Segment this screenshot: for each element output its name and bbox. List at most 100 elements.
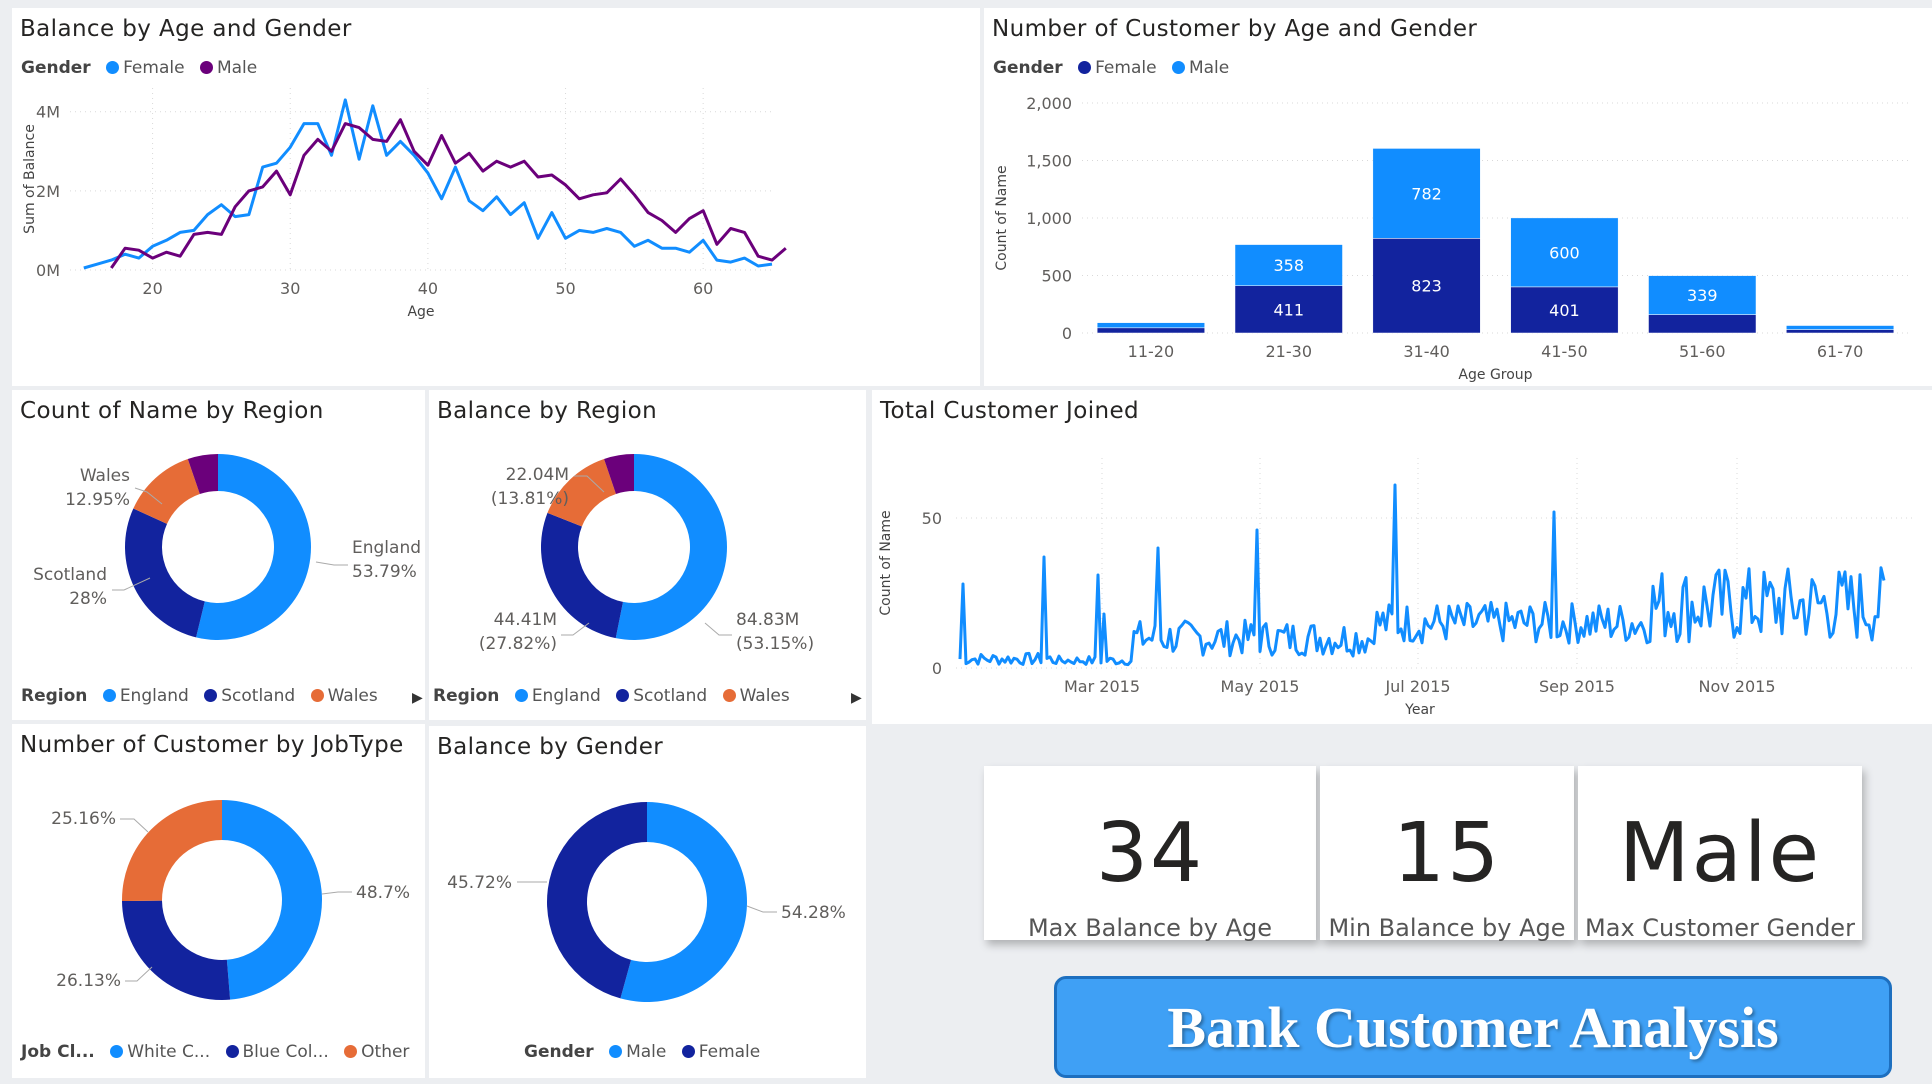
kpi-label: Max Balance by Age [1027,914,1273,942]
x-tick-label: 20 [142,279,162,298]
customer-jobtype-card: Number of Customer by JobType 48.7% 26.1… [12,724,425,1078]
legend-item-wales[interactable]: Wales [722,686,790,706]
chart-title: Number of Customer by JobType [20,732,404,758]
legend-item-blue-collar[interactable]: Blue Col... [225,1042,329,1062]
x-axis-title: Age [407,304,434,320]
x-tick-label: Mar 2015 [1064,677,1140,696]
bar-female [1648,314,1757,334]
balance-region-card: Balance by Region 84.83M (53.15%) 44.41M… [429,390,866,720]
donut-label: 45.72% [447,873,512,893]
dashboard-title: Bank Customer Analysis [1167,994,1779,1060]
kpi-label: Max Customer Gender [1585,914,1855,942]
donut-label: Wales [80,466,130,486]
x-tick-label: Nov 2015 [1698,677,1775,696]
jobtype-donut[interactable]: 48.7% 26.13% 25.16% [12,764,425,1074]
donut-label: 28% [69,589,107,609]
balance-gender-card: Balance by Gender 54.28% 45.72% Gender M… [429,726,866,1078]
legend-label: Gender [524,1042,594,1062]
chart-legend: Region England Scotland Wales [21,686,388,706]
donut-label: Scotland [33,565,107,585]
kpi-max-balance-age: 34 Max Balance by Age [984,766,1316,942]
data-label: 782 [1411,184,1442,203]
x-tick-label: 11-20 [1128,342,1175,361]
kpi-max-customer-gender: Male Max Customer Gender [1578,766,1862,942]
x-tick-label: 31-40 [1403,342,1450,361]
legend-item-england[interactable]: England [514,686,601,706]
chart-legend: Job Cl... White C... Blue Col... Other [21,1042,419,1062]
y-tick-label: 2,000 [1026,94,1072,113]
x-axis-title: Year [1404,702,1435,718]
legend-item-white-collar[interactable]: White C... [110,1042,210,1062]
donut-label: (53.15%) [736,634,814,654]
legend-item-female[interactable]: Female [681,1042,760,1062]
donut-label: 54.28% [781,903,846,923]
donut-slice-bluecol[interactable] [122,900,231,1000]
x-tick-label: 60 [693,279,713,298]
count-region-card: Count of Name by Region England 53.79% S… [12,390,425,720]
y-tick-label: 50 [922,509,942,528]
x-tick-label: 51-60 [1679,342,1726,361]
donut-label: 25.16% [51,809,116,829]
donut-label: 22.04M [506,465,569,485]
x-tick-label: 40 [418,279,438,298]
data-label: 600 [1549,243,1580,262]
y-axis-title: Sum of Balance [22,124,38,234]
donut-label: 48.7% [356,883,410,903]
legend-label: Region [433,686,500,706]
legend-item-scotland[interactable]: Scotland [204,686,295,706]
legend-next-icon[interactable]: ▶ [412,690,423,706]
legend-item-scotland[interactable]: Scotland [616,686,707,706]
balance-age-gender-card: Balance by Age and Gender Gender Female … [12,8,980,386]
x-tick-label: Sep 2015 [1539,677,1615,696]
donut-slice-other[interactable] [122,800,222,902]
dashboard-title-banner: Bank Customer Analysis [1054,976,1892,1078]
balance-gender-donut[interactable]: 54.28% 45.72% [429,766,866,1076]
data-label: 411 [1273,300,1304,319]
y-tick-label: 500 [1041,267,1072,286]
legend-item-male[interactable]: Male [609,1042,666,1062]
x-tick-label: May 2015 [1221,677,1300,696]
donut-label: 12.95% [65,490,130,510]
y-axis-title: Count of Name [994,165,1010,270]
legend-next-icon[interactable]: ▶ [851,690,862,706]
donut-label: (27.82%) [479,634,557,654]
donut-label: England [352,538,421,558]
y-tick-label: 4M [36,103,60,122]
bar-male [1096,322,1205,329]
y-tick-label: 2M [36,182,60,201]
kpi-value: 34 [1095,806,1205,901]
donut-label: (13.81%) [491,489,569,509]
kpi-value: 15 [1392,806,1502,901]
chart-title: Count of Name by Region [20,398,324,424]
legend-label: Region [21,686,88,706]
legend-item-england[interactable]: England [102,686,189,706]
balance-age-line-chart[interactable]: 0M 2M 4M 20 30 40 50 60 Age Sum of Balance [12,8,980,386]
kpi-min-balance-age: 15 Min Balance by Age [1320,766,1574,942]
bar-male [1786,325,1895,330]
x-axis-title: Age Group [1458,367,1532,383]
donut-slice-scotland[interactable] [124,508,205,638]
donut-label: 53.79% [352,562,417,582]
x-tick-label: 61-70 [1817,342,1864,361]
chart-legend: Region England Scotland Wales [433,686,800,706]
legend-item-other[interactable]: Other [344,1042,409,1062]
kpi-value: Male [1618,806,1822,901]
chart-title: Balance by Gender [437,734,664,760]
legend-item-wales[interactable]: Wales [310,686,378,706]
balance-region-donut[interactable]: 84.83M (53.15%) 44.41M (27.82%) 22.04M (… [429,430,866,720]
series-line-male [110,118,787,269]
x-tick-label: 41-50 [1541,342,1588,361]
y-tick-label: 0 [932,659,942,678]
donut-slice-whitec[interactable] [222,800,322,1000]
bar-female [1096,327,1205,334]
y-tick-label: 0 [1062,324,1072,343]
customer-age-group-card: Number of Customer by Age and Gender Gen… [984,8,1932,386]
kpi-label: Min Balance by Age [1328,914,1566,942]
x-tick-label: Jul 2015 [1384,677,1450,696]
age-group-bar-chart[interactable]: 0 500 1,000 1,500 2,000 11-20 411 358 21-30 823 78… [984,8,1932,386]
count-region-donut[interactable]: England 53.79% Scotland 28% Wales 12.95% [12,430,425,720]
y-tick-label: 0M [36,261,60,280]
bar-female [1786,329,1895,334]
data-label: 358 [1273,256,1304,275]
customer-joined-line-chart[interactable]: 0 50 Mar 2015 May 2015 Jul 2015 Sep 2015 Nov 2… [872,390,1932,724]
